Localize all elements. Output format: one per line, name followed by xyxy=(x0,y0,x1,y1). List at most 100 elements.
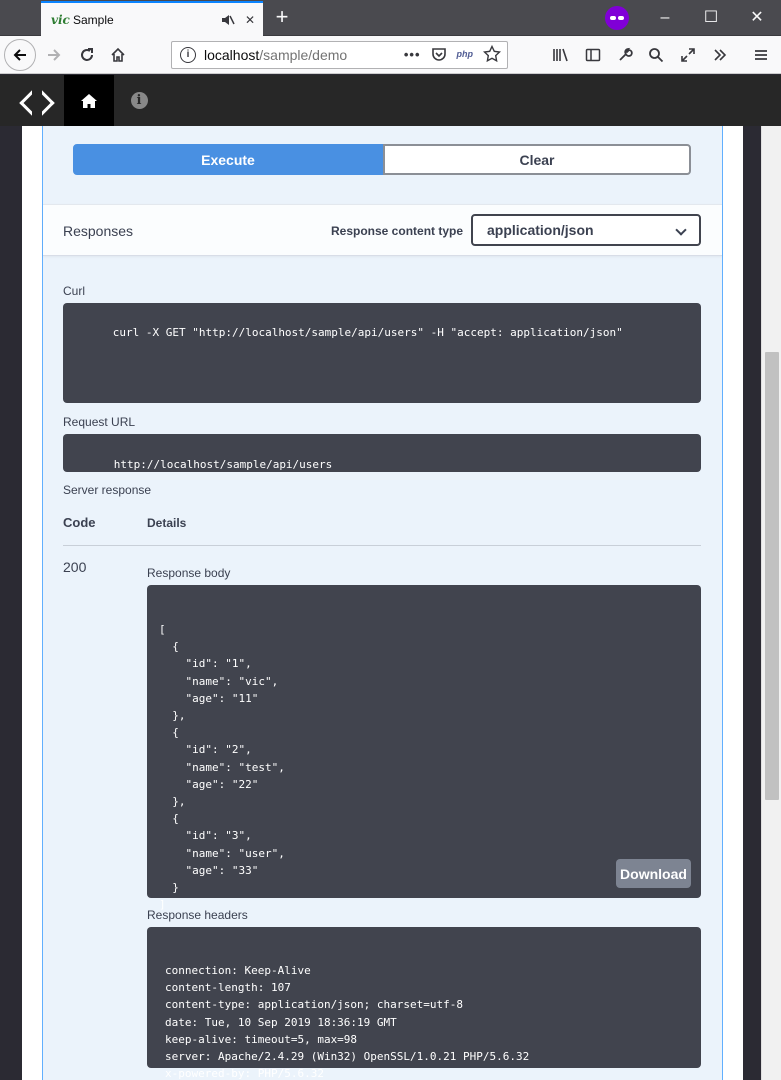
response-headers-content: connection: Keep-Alive content-length: 10… xyxy=(165,962,683,1080)
developer-tools-button[interactable] xyxy=(609,39,641,71)
pocket-icon[interactable] xyxy=(431,46,447,62)
header-logo-link[interactable] xyxy=(11,75,61,126)
reload-button[interactable] xyxy=(71,39,103,71)
response-body-line: { xyxy=(159,726,179,740)
maximize-window-button[interactable]: ☐ xyxy=(693,4,729,32)
back-button[interactable] xyxy=(4,39,36,71)
overflow-button[interactable] xyxy=(704,39,736,71)
request-url-value: http://localhost/sample/api/users xyxy=(113,458,333,471)
sidebar-button[interactable] xyxy=(577,39,609,71)
url-host: localhost xyxy=(204,47,260,63)
curl-code-block[interactable]: curl -X GET "http://localhost/sample/api… xyxy=(63,303,701,403)
responses-header: Responses Response content type applicat… xyxy=(43,204,722,256)
response-header-line: server: Apache/2.4.29 (Win32) OpenSSL/1.… xyxy=(165,1050,530,1064)
request-url-block[interactable]: http://localhost/sample/api/users xyxy=(63,434,701,472)
execute-button-group: Execute Clear xyxy=(73,144,691,175)
library-icon xyxy=(553,48,568,62)
url-path: /sample/demo xyxy=(259,47,348,63)
home-button[interactable] xyxy=(102,39,134,71)
response-body-line: { xyxy=(159,812,179,826)
response-body-line: "age": "33" xyxy=(159,863,259,877)
response-body-line: "name": "user", xyxy=(159,846,285,860)
sidebar-icon xyxy=(585,48,601,62)
header-info-link[interactable]: i xyxy=(114,75,164,126)
response-header-line: connection: Keep-Alive xyxy=(165,964,311,977)
forward-button[interactable] xyxy=(38,39,70,71)
app-header: i xyxy=(0,75,781,126)
response-headers-label: Response headers xyxy=(147,908,248,922)
response-body-line: "name": "test", xyxy=(159,760,285,774)
curl-command: curl -X GET "http://localhost/sample/api… xyxy=(112,326,623,339)
response-body-line: [ xyxy=(159,623,166,636)
php-extension-icon[interactable]: php xyxy=(457,49,474,59)
content-type-value: application/json xyxy=(487,222,594,238)
response-status-code: 200 xyxy=(63,559,87,575)
download-button[interactable]: Download xyxy=(616,859,691,888)
clear-button[interactable]: Clear xyxy=(383,144,691,175)
menu-button[interactable] xyxy=(745,39,777,71)
server-response-label: Server response xyxy=(63,483,152,497)
bookmark-star-icon[interactable] xyxy=(483,45,501,63)
page-scrollbar[interactable] xyxy=(761,126,781,1080)
content-type-label: Response content type xyxy=(331,224,464,238)
response-body-block[interactable]: [ { "id": "1", "name": "vic", "age": "11… xyxy=(147,585,701,911)
operation-panel: Execute Clear Responses Response content… xyxy=(42,126,723,1080)
response-body-content: [ { "id": "1", "name": "vic", "age": "11… xyxy=(159,621,689,913)
home-icon xyxy=(111,47,125,62)
address-bar[interactable]: i localhost /sample/demo ••• php xyxy=(171,41,508,69)
response-table-header: Code Details xyxy=(63,511,701,546)
response-header-line: date: Tue, 10 Sep 2019 18:36:19 GMT xyxy=(165,1015,397,1029)
close-window-button[interactable]: ✕ xyxy=(739,4,775,32)
responses-title: Responses xyxy=(63,223,134,239)
double-chevron-right-icon xyxy=(714,49,727,61)
response-body-line: "id": "1", xyxy=(159,657,252,671)
chevron-down-icon xyxy=(675,224,687,236)
response-header-line: x-powered-by: PHP/5.6.32 xyxy=(165,1067,324,1080)
page-actions-icon[interactable]: ••• xyxy=(404,47,421,62)
arrow-right-icon xyxy=(48,49,61,61)
execute-button[interactable]: Execute xyxy=(73,144,383,175)
response-body-line: "id": "3", xyxy=(159,829,252,843)
response-body-line: }, xyxy=(159,709,186,723)
response-header-line: content-length: 107 xyxy=(165,981,291,995)
hamburger-menu-icon xyxy=(755,50,767,60)
search-button[interactable] xyxy=(640,39,672,71)
response-body-line: { xyxy=(159,640,179,654)
browser-tab-bar: vic Sample ✕ + – ☐ ✕ xyxy=(0,0,781,36)
response-body-line: }, xyxy=(159,795,186,809)
site-favicon-icon: vic xyxy=(51,12,70,27)
mute-tab-icon[interactable] xyxy=(219,11,237,29)
home-icon xyxy=(81,93,97,108)
info-icon: i xyxy=(130,92,148,109)
tab-title: Sample xyxy=(73,12,114,27)
browser-tab[interactable]: vic Sample ✕ xyxy=(41,1,263,36)
close-tab-icon[interactable]: ✕ xyxy=(241,11,259,29)
response-headers-block[interactable]: connection: Keep-Alive content-length: 10… xyxy=(147,927,701,1080)
request-url-label: Request URL xyxy=(63,415,136,429)
minimize-window-button[interactable]: – xyxy=(647,4,683,32)
response-body-label: Response body xyxy=(147,566,231,580)
response-body-line: "age": "11" xyxy=(159,691,259,705)
response-header-line: keep-alive: timeout=5, max=98 xyxy=(165,1032,358,1046)
response-body-line: "id": "2", xyxy=(159,743,252,757)
response-body-line: "age": "22" xyxy=(159,777,259,791)
response-header-line: content-type: application/json; charset=… xyxy=(165,998,464,1012)
expand-icon xyxy=(681,48,695,62)
arrow-left-icon xyxy=(13,49,26,61)
logo-icon xyxy=(25,90,47,112)
page-content: Execute Clear Responses Response content… xyxy=(22,126,743,1080)
header-home-link[interactable] xyxy=(64,75,114,126)
private-browsing-icon xyxy=(605,6,629,30)
wrench-icon xyxy=(619,47,633,61)
curl-label: Curl xyxy=(63,284,86,298)
new-tab-button[interactable]: + xyxy=(270,6,294,30)
code-column-header: Code xyxy=(63,515,96,530)
content-type-select[interactable]: application/json xyxy=(471,214,701,246)
library-button[interactable] xyxy=(545,39,577,71)
fullscreen-button[interactable] xyxy=(672,39,704,71)
search-icon xyxy=(649,48,664,63)
site-info-icon[interactable]: i xyxy=(180,47,196,63)
response-body-line: "name": "vic", xyxy=(159,674,279,688)
response-body-line: } xyxy=(159,881,179,895)
scrollbar-thumb[interactable] xyxy=(765,352,779,800)
